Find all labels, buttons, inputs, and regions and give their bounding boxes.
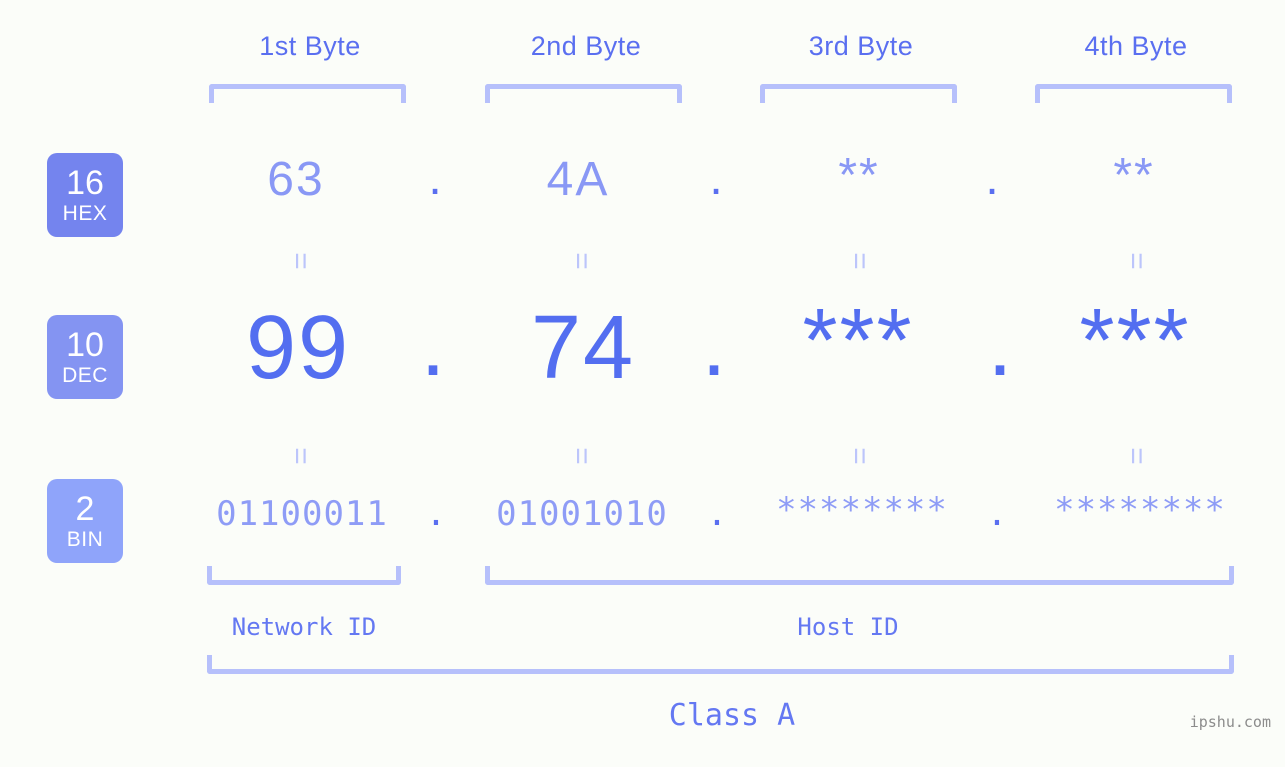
bin-byte-value-1: 01100011 xyxy=(216,494,388,534)
byte-bracket-2 xyxy=(485,84,682,103)
base-badge-dec-name: DEC xyxy=(62,364,108,387)
byte-bracket-1 xyxy=(209,84,406,103)
bin-separator-1: . xyxy=(425,494,447,534)
byte-header-label-4: 4th Byte xyxy=(1084,31,1188,61)
bin-byte-value-3: ******** xyxy=(776,490,948,530)
bin-byte-value-4: ******** xyxy=(1054,490,1226,530)
base-badge-hex-name: HEX xyxy=(62,202,108,225)
dec-byte-value-2: 74 xyxy=(530,298,636,398)
base-badge-hex: 16 HEX xyxy=(47,153,123,237)
dec-byte-value-4: *** xyxy=(1079,291,1191,391)
equality-mark-1-2: = xyxy=(565,252,598,270)
host-id-label: Host ID xyxy=(797,613,899,641)
equality-mark-2-2: = xyxy=(565,447,598,465)
dec-byte-value-1: 99 xyxy=(245,298,351,398)
dec-separator-1: . xyxy=(420,295,446,395)
network-id-label: Network ID xyxy=(231,613,377,641)
bin-separator-2: . xyxy=(706,494,728,534)
base-badge-dec-number: 10 xyxy=(66,326,104,364)
ip-address-breakdown-diagram: 1st Byte 2nd Byte 3rd Byte 4th Byte 16 H… xyxy=(0,0,1285,767)
byte-header-label-3: 3rd Byte xyxy=(808,31,914,61)
byte-bracket-4 xyxy=(1035,84,1232,103)
hex-byte-value-3: ** xyxy=(838,149,880,202)
bin-byte-value-2: 01001010 xyxy=(496,494,668,534)
base-badge-bin-number: 2 xyxy=(75,490,95,528)
hex-byte-value-4: ** xyxy=(1113,149,1155,202)
site-watermark: ipshu.com xyxy=(1189,713,1271,731)
network-id-bracket xyxy=(207,566,401,585)
base-badge-dec: 10 DEC xyxy=(47,315,123,399)
equality-mark-1-4: = xyxy=(1120,252,1153,270)
byte-header-label-1: 1st Byte xyxy=(259,31,361,61)
hex-byte-value-1: 63 xyxy=(267,153,325,206)
base-badge-hex-number: 16 xyxy=(66,164,104,202)
byte-header-label-2: 2nd Byte xyxy=(530,31,642,61)
equality-mark-2-4: = xyxy=(1120,447,1153,465)
byte-bracket-3 xyxy=(760,84,957,103)
base-badge-bin: 2 BIN xyxy=(47,479,123,563)
base-badge-bin-name: BIN xyxy=(66,528,104,551)
dec-byte-value-3: *** xyxy=(802,291,914,391)
equality-mark-2-1: = xyxy=(284,447,317,465)
equality-mark-2-3: = xyxy=(843,447,876,465)
host-id-bracket xyxy=(485,566,1234,585)
equality-mark-1-1: = xyxy=(284,252,317,270)
class-label: Class A xyxy=(668,698,796,733)
hex-byte-value-2: 4A xyxy=(546,153,610,206)
class-bracket xyxy=(207,655,1234,674)
equality-mark-1-3: = xyxy=(843,252,876,270)
